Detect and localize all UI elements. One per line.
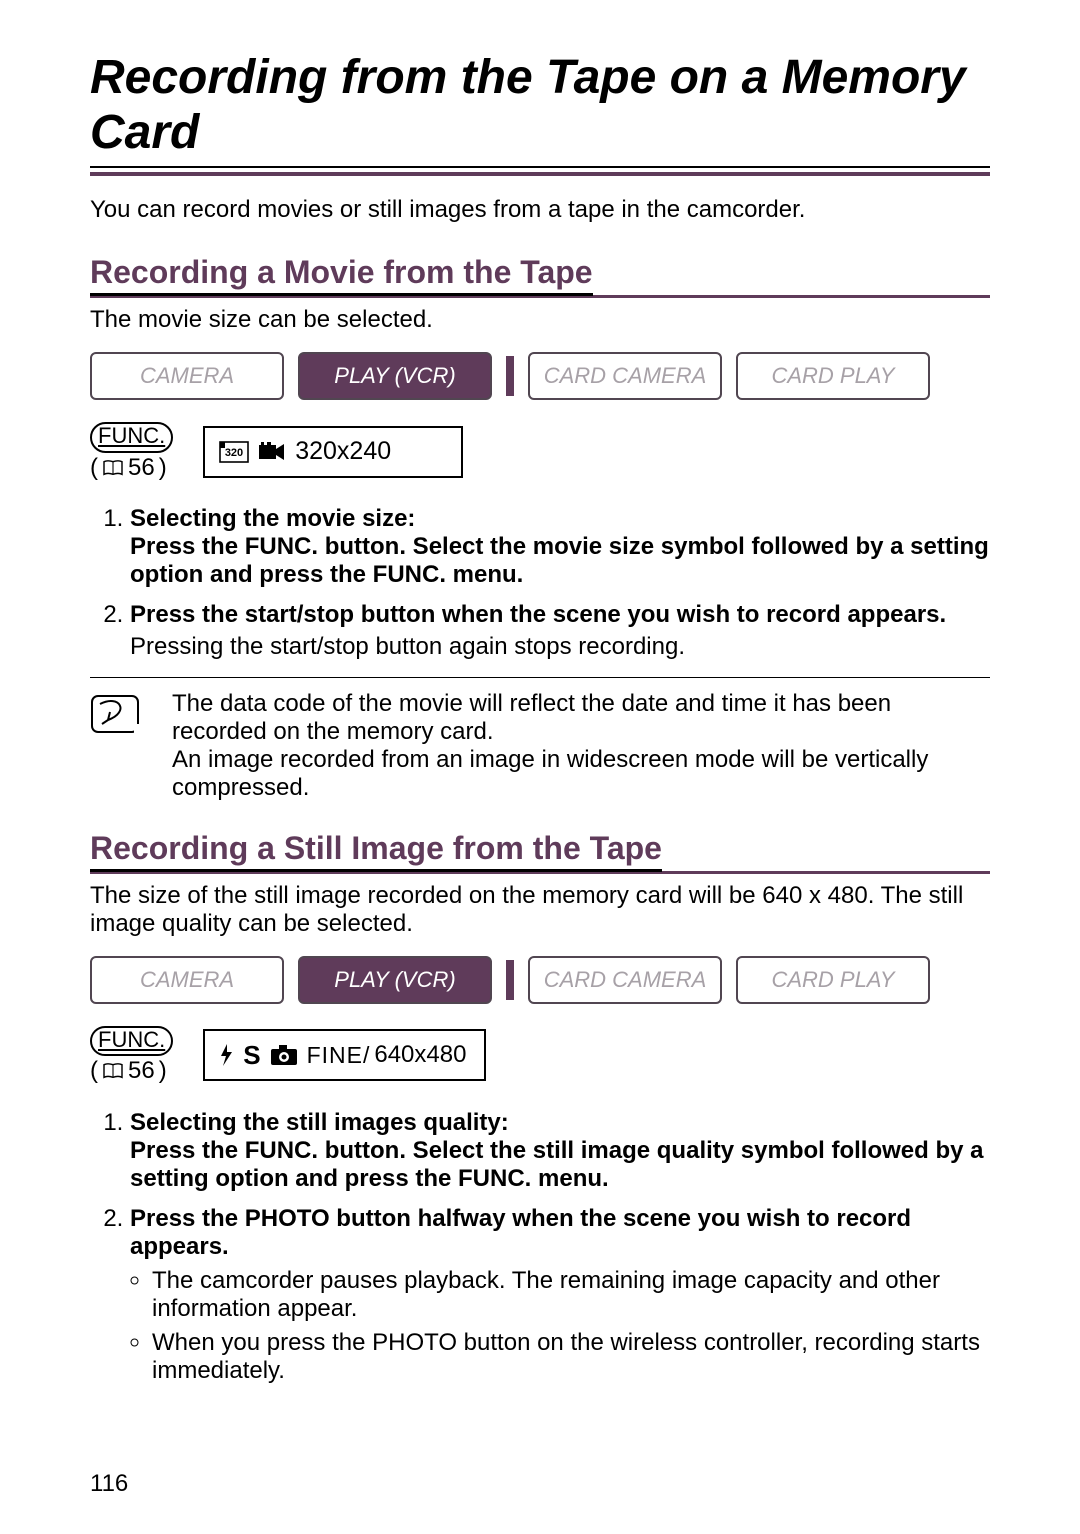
movie-step-1: Selecting the movie size: Press the FUNC…: [130, 505, 990, 589]
movie-step-2-body: Pressing the start/stop button again sto…: [130, 633, 990, 661]
still-setting-box: S FINE/ 640x480: [203, 1029, 486, 1081]
note-text: The data code of the movie will reflect …: [172, 690, 990, 802]
note-line-1: The data code of the movie will reflect …: [172, 690, 990, 746]
title-rule: [90, 166, 990, 176]
still-setting-prefix: S: [243, 1040, 260, 1071]
page-number: 116: [90, 1470, 128, 1498]
movie-icon: [259, 442, 285, 462]
movie-setting-row: FUNC. ( 56) 320 320x240: [90, 422, 990, 481]
page: Recording from the Tape on a Memory Card…: [0, 0, 1080, 1534]
still-sub: The size of the still image recorded on …: [90, 882, 990, 938]
heading-movie-text: Recording a Movie from the Tape: [90, 254, 593, 296]
mode-separator-2: [506, 960, 514, 1000]
movie-sub: The movie size can be selected.: [90, 306, 990, 334]
mode-row-still: CAMERA PLAY (VCR) CARD CAMERA CARD PLAY: [90, 956, 990, 1004]
page-title: Recording from the Tape on a Memory Card: [90, 50, 990, 160]
camera-icon: [271, 1045, 297, 1065]
note-line-2: An image recorded from an image in wides…: [172, 746, 990, 802]
still-step-2-head: Press the PHOTO button halfway when the …: [130, 1205, 990, 1261]
movie-step-2-head: Press the start/stop button when the sce…: [130, 601, 990, 629]
mode-card-play: CARD PLAY: [736, 352, 930, 400]
note-row: The data code of the movie will reflect …: [90, 690, 990, 802]
func-button-label-2: FUNC.: [90, 1026, 173, 1056]
func-ref: ( 56): [90, 455, 173, 481]
func-ref-page: 56: [128, 455, 155, 481]
heading-movie: Recording a Movie from the Tape: [90, 254, 990, 298]
mode-play-vcr-2: PLAY (VCR): [298, 956, 492, 1004]
still-step-2: Press the PHOTO button halfway when the …: [130, 1205, 990, 1385]
manual-ref-icon: [102, 459, 124, 477]
func-ref-2: ( 56): [90, 1058, 173, 1084]
movie-setting-box: 320 320x240: [203, 426, 463, 478]
still-step-1-head: Selecting the still images quality: Pres…: [130, 1109, 990, 1193]
mode-card-camera-2: CARD CAMERA: [528, 956, 722, 1004]
func-block: FUNC. ( 56): [90, 422, 173, 481]
movie-setting-value: 320x240: [295, 437, 391, 466]
heading-still: Recording a Still Image from the Tape: [90, 830, 990, 874]
still-bullet-2: When you press the PHOTO button on the w…: [152, 1329, 990, 1385]
movie-step-1-head: Selecting the movie size: Press the FUNC…: [130, 505, 990, 589]
movie-step-2: Press the start/stop button when the sce…: [130, 601, 990, 661]
intro-text: You can record movies or still images fr…: [90, 196, 990, 224]
manual-ref-icon-2: [102, 1062, 124, 1080]
still-steps: Selecting the still images quality: Pres…: [90, 1109, 990, 1385]
mode-card-camera: CARD CAMERA: [528, 352, 722, 400]
mode-camera: CAMERA: [90, 352, 284, 400]
svg-text:320: 320: [225, 447, 243, 459]
note-icon: [90, 690, 146, 738]
note-divider: [90, 677, 990, 678]
heading-still-text: Recording a Still Image from the Tape: [90, 830, 662, 872]
movie-steps: Selecting the movie size: Press the FUNC…: [90, 505, 990, 661]
still-setting-row: FUNC. ( 56) S FINE/ 640x480: [90, 1026, 990, 1085]
func-block-2: FUNC. ( 56): [90, 1026, 173, 1085]
mode-separator: [506, 356, 514, 396]
still-step-2-bullets: The camcorder pauses playback. The remai…: [130, 1267, 990, 1385]
size-320-icon: 320: [219, 441, 249, 463]
still-step-1: Selecting the still images quality: Pres…: [130, 1109, 990, 1193]
func-button-label: FUNC.: [90, 422, 173, 452]
still-bullet-1: The camcorder pauses playback. The remai…: [152, 1267, 990, 1323]
mode-camera-2: CAMERA: [90, 956, 284, 1004]
mode-card-play-2: CARD PLAY: [736, 956, 930, 1004]
still-setting-value: 640x480: [374, 1041, 466, 1069]
still-setting-mid: FINE/: [307, 1042, 371, 1069]
mode-play-vcr: PLAY (VCR): [298, 352, 492, 400]
flash-icon: [219, 1044, 233, 1066]
func-ref-page-2: 56: [128, 1058, 155, 1084]
mode-row-movie: CAMERA PLAY (VCR) CARD CAMERA CARD PLAY: [90, 352, 990, 400]
